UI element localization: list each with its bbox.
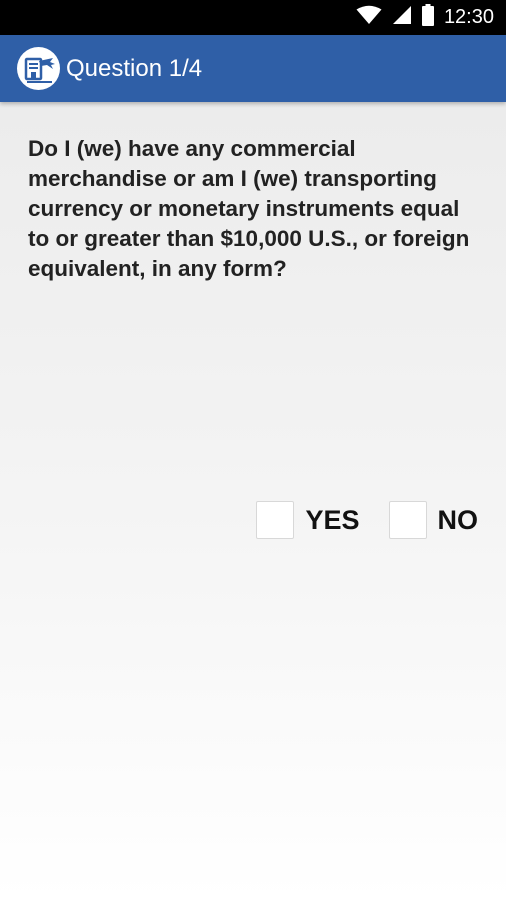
yes-checkbox[interactable]: [256, 501, 295, 539]
signal-icon: [392, 5, 412, 30]
status-bar: 12:30: [0, 0, 506, 35]
question-content: Do I (we) have any commercial merchandis…: [0, 102, 506, 900]
battery-icon: [421, 4, 434, 31]
answer-options: YES NO: [256, 501, 478, 539]
yes-label[interactable]: YES: [305, 505, 359, 536]
no-checkbox[interactable]: [388, 501, 427, 539]
no-label[interactable]: NO: [438, 505, 479, 536]
travel-declaration-logo-icon: [17, 47, 60, 90]
yes-option[interactable]: YES: [256, 501, 360, 539]
question-text: Do I (we) have any commercial merchandis…: [28, 136, 470, 281]
status-icons: 12:30: [356, 0, 494, 35]
page-title: Question 1/4: [66, 54, 203, 82]
status-time: 12:30: [443, 6, 494, 28]
app-bar: Question 1/4: [0, 35, 506, 102]
no-option[interactable]: NO: [388, 501, 479, 539]
wifi-icon: [356, 5, 382, 30]
